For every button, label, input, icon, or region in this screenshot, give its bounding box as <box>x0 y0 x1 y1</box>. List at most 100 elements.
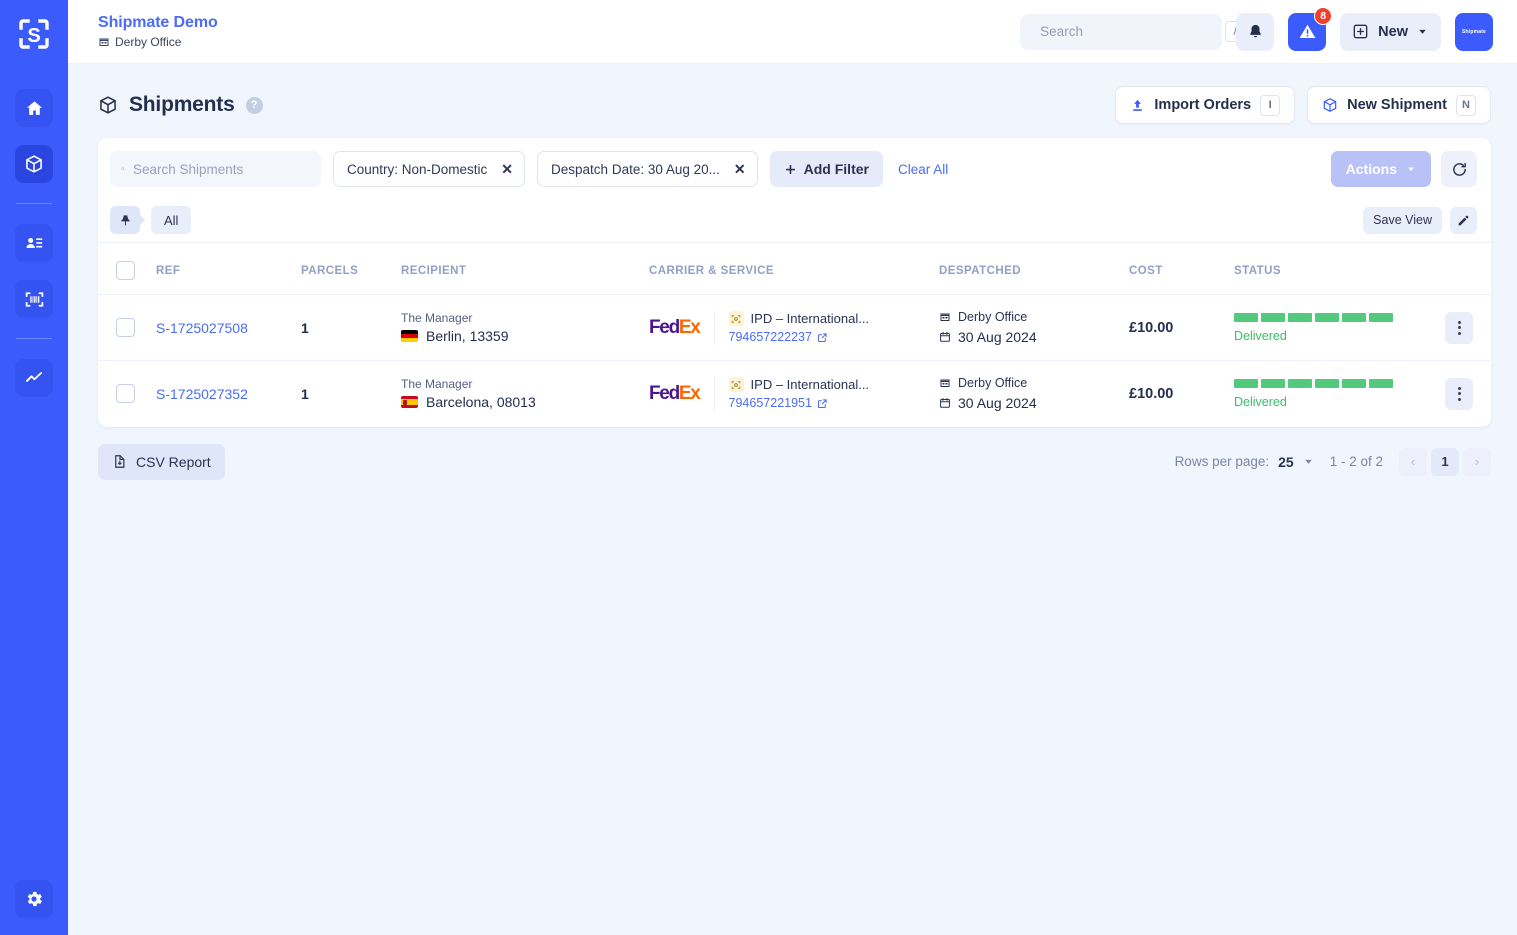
brand-location: Derby Office <box>98 35 218 49</box>
col-despatched[interactable]: DESPATCHED <box>939 243 1129 295</box>
alerts-button[interactable]: 8 <box>1288 6 1333 51</box>
edit-view-button[interactable] <box>1450 206 1477 234</box>
avatar[interactable]: Shipmate <box>1455 12 1493 51</box>
search-icon <box>121 167 125 171</box>
notifications-button[interactable] <box>1236 12 1275 51</box>
close-icon[interactable]: ✕ <box>734 162 746 176</box>
next-page-button[interactable]: › <box>1463 447 1491 476</box>
tab-all-label: All <box>164 212 179 228</box>
tab-all[interactable]: All <box>151 206 192 234</box>
tracking-link[interactable]: 794657221951 <box>729 396 870 410</box>
recipient-city: Berlin, 13359 <box>426 328 509 344</box>
row-menu-button[interactable] <box>1445 311 1473 344</box>
ref-link[interactable]: S-1725027352 <box>156 386 248 402</box>
page-1-button[interactable]: 1 <box>1431 447 1459 476</box>
fedex-logo: FedEx <box>649 382 701 404</box>
package-icon <box>26 155 42 173</box>
search-shipments-input[interactable] <box>133 161 310 177</box>
sidebar-item-shipments[interactable] <box>15 145 53 183</box>
status-segment <box>1315 312 1339 322</box>
row-checkbox[interactable] <box>116 318 135 337</box>
filter-chip-country-label: Country: Non-Domestic <box>347 161 488 177</box>
import-orders-button[interactable]: Import Orders I <box>1115 86 1296 124</box>
table-row[interactable]: S-1725027508 1 The Manager Berlin, 13359 <box>98 295 1491 361</box>
table-row[interactable]: S-1725027352 1 The Manager Barcelona, 08… <box>98 361 1491 427</box>
service-row: IPD – International... <box>728 311 869 326</box>
col-carrier-service[interactable]: CARRIER & SERVICE <box>649 243 939 295</box>
carrier-service: FedEx IPD <box>649 376 939 411</box>
sidebar-item-home[interactable] <box>15 89 53 127</box>
search-input[interactable] <box>1040 24 1218 39</box>
kebab-menu-icon <box>1457 320 1461 335</box>
contact-card-icon <box>26 238 43 248</box>
despatched-office-row: Derby Office <box>939 310 1129 324</box>
filter-chip-despatch-date-label: Despatch Date: 30 Aug 20... <box>551 161 720 177</box>
package-scan-icon <box>728 311 744 326</box>
view-bar-right: Save View <box>1363 206 1477 234</box>
chevron-down-icon <box>1408 167 1414 172</box>
cell-despatched: Derby Office 30 Aug 2024 <box>939 295 1129 361</box>
row-checkbox[interactable] <box>116 384 135 404</box>
add-filter-button[interactable]: Add Filter <box>769 151 883 187</box>
select-all-checkbox[interactable] <box>116 261 135 280</box>
trend-line-icon <box>26 372 42 382</box>
tracking-link[interactable]: 794657222237 <box>729 330 870 344</box>
col-status[interactable]: STATUS <box>1234 243 1491 295</box>
close-icon[interactable]: ✕ <box>501 162 513 176</box>
help-icon[interactable]: ? <box>245 96 263 114</box>
parcels-value: 1 <box>301 385 309 402</box>
actions-button[interactable]: Actions <box>1330 151 1431 187</box>
brand-title[interactable]: Shipmate Demo <box>98 14 218 32</box>
col-cost[interactable]: COST <box>1129 243 1234 295</box>
service-name: IPD – International... <box>750 377 870 393</box>
sidebar: S <box>0 0 68 935</box>
refresh-icon <box>1452 162 1466 176</box>
cell-recipient: The Manager Berlin, 13359 <box>401 295 649 361</box>
filter-bar: Country: Non-Domestic ✕ Despatch Date: 3… <box>98 138 1491 200</box>
row-menu-button[interactable] <box>1445 377 1473 410</box>
status-block: Delivered <box>1234 312 1393 343</box>
status-segment <box>1369 378 1393 388</box>
import-orders-shortcut: I <box>1260 94 1281 116</box>
despatched-office: Derby Office <box>958 310 1028 324</box>
sidebar-item-barcode[interactable] <box>15 280 53 318</box>
sidebar-item-settings[interactable] <box>15 880 53 918</box>
status-segment <box>1234 378 1258 388</box>
status-badge: Delivered <box>1234 394 1287 409</box>
pin-views-button[interactable] <box>110 206 145 234</box>
recipient-location: Berlin, 13359 <box>401 328 649 344</box>
sidebar-item-contacts[interactable] <box>15 224 53 262</box>
new-shipment-button[interactable]: New Shipment N <box>1307 86 1491 124</box>
despatched-office: Derby Office <box>958 376 1028 391</box>
page-title-text: Shipments <box>129 93 235 116</box>
refresh-button[interactable] <box>1441 151 1477 187</box>
col-recipient[interactable]: RECIPIENT <box>401 243 649 295</box>
global-search[interactable]: / <box>1020 13 1246 50</box>
filter-chip-country[interactable]: Country: Non-Domestic ✕ <box>333 151 526 187</box>
filter-chip-despatch-date[interactable]: Despatch Date: 30 Aug 20... ✕ <box>537 151 758 187</box>
clear-all-button[interactable]: Clear All <box>898 162 948 177</box>
save-view-button[interactable]: Save View <box>1363 206 1442 234</box>
parcels-value: 1 <box>301 319 309 336</box>
status-segment <box>1288 378 1312 388</box>
warning-triangle-icon <box>1299 24 1316 38</box>
table-header-row: REF PARCELS RECIPIENT CARRIER & SERVICE … <box>98 243 1491 295</box>
status-progress <box>1234 312 1393 322</box>
divider <box>713 376 715 411</box>
package-icon <box>100 96 116 114</box>
col-parcels[interactable]: PARCELS <box>301 243 401 295</box>
carrier-service: FedEx IPD <box>649 310 939 345</box>
sidebar-item-analytics[interactable] <box>15 359 53 397</box>
csv-report-button[interactable]: CSV Report <box>98 443 225 480</box>
prev-page-button[interactable]: ‹ <box>1399 447 1427 476</box>
cost-value: £10.00 <box>1129 319 1174 336</box>
col-ref[interactable]: REF <box>156 243 301 295</box>
rows-per-page[interactable]: Rows per page: 25 <box>1175 454 1314 470</box>
csv-report-label: CSV Report <box>136 453 211 470</box>
search-shipments[interactable] <box>110 151 321 187</box>
ref-link[interactable]: S-1725027508 <box>156 320 248 336</box>
new-button[interactable]: New <box>1340 12 1441 51</box>
topbar: Shipmate Demo Derby Office / <box>68 0 1517 64</box>
cell-despatched: Derby Office 30 Aug 2024 <box>939 361 1129 427</box>
app-logo[interactable]: S <box>0 0 68 68</box>
